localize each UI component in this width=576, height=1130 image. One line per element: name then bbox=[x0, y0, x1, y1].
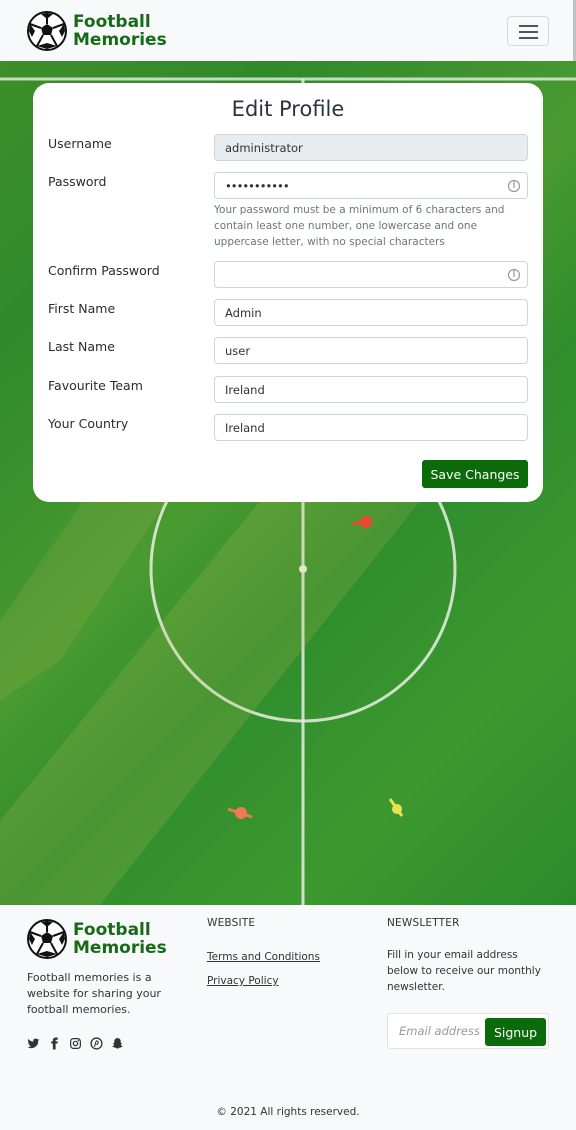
social-links bbox=[27, 1037, 124, 1050]
save-changes-button[interactable]: Save Changes bbox=[422, 460, 528, 488]
first-name-value: Admin bbox=[225, 305, 262, 320]
password-label: Password bbox=[48, 174, 107, 189]
country-value: Ireland bbox=[225, 420, 265, 435]
copyright: © 2021 All rights reserved. bbox=[216, 1106, 360, 1118]
first-name-field[interactable]: Admin bbox=[214, 299, 528, 326]
instagram-icon[interactable] bbox=[69, 1037, 82, 1050]
privacy-link[interactable]: Privacy Policy bbox=[207, 975, 279, 987]
footer-brand-logo[interactable]: Football Memories bbox=[27, 919, 167, 959]
brand-line-2: Memories bbox=[73, 30, 167, 50]
terms-link[interactable]: Terms and Conditions bbox=[207, 951, 320, 963]
password-reveal-icon[interactable] bbox=[507, 179, 521, 193]
last-name-value: user bbox=[225, 343, 251, 358]
website-heading: WEBSITE bbox=[207, 917, 256, 929]
confirm-password-label: Confirm Password bbox=[48, 263, 160, 278]
confirm-password-field[interactable] bbox=[214, 261, 528, 288]
footer-brand-line-1: Football bbox=[73, 920, 151, 940]
player-orange bbox=[227, 807, 253, 819]
footer-description: Football memories is a website for shari… bbox=[27, 971, 161, 1016]
brand-logo-link[interactable]: Football Memories bbox=[27, 11, 167, 51]
hamburger-icon bbox=[519, 25, 538, 27]
newsletter-text: Fill in your email address below to rece… bbox=[387, 949, 541, 993]
player-yellow bbox=[388, 798, 404, 817]
footer: Football Memories Football memories is a… bbox=[0, 905, 576, 1130]
page-title: Edit Profile bbox=[231, 97, 345, 121]
snapchat-icon[interactable] bbox=[111, 1037, 124, 1050]
brand-name: Football Memories bbox=[73, 13, 167, 49]
facebook-icon[interactable] bbox=[48, 1037, 61, 1050]
country-field[interactable]: Ireland bbox=[214, 414, 528, 441]
pinterest-icon[interactable] bbox=[90, 1037, 103, 1050]
brand-line-1: Football bbox=[73, 12, 151, 32]
twitter-icon[interactable] bbox=[27, 1037, 40, 1050]
username-value: administrator bbox=[225, 140, 303, 155]
last-name-label: Last Name bbox=[48, 339, 115, 354]
password-field[interactable]: ••••••••••• bbox=[214, 172, 528, 199]
signup-button[interactable]: Signup bbox=[485, 1018, 546, 1046]
football-logo-icon bbox=[27, 919, 67, 959]
football-logo-icon bbox=[27, 11, 67, 51]
password-help-text: Your password must be a minimum of 6 cha… bbox=[214, 204, 505, 248]
favourite-team-value: Ireland bbox=[225, 382, 265, 397]
edit-profile-card: Edit Profile Username administrator Pass… bbox=[33, 83, 543, 502]
menu-toggle-button[interactable] bbox=[507, 16, 549, 46]
password-value: ••••••••••• bbox=[225, 178, 290, 193]
confirm-password-reveal-icon[interactable] bbox=[507, 268, 521, 282]
email-input[interactable]: Email address bbox=[399, 1024, 479, 1038]
first-name-label: First Name bbox=[48, 301, 116, 316]
footer-brand-line-2: Memories bbox=[73, 938, 167, 958]
country-label: Your Country bbox=[48, 416, 129, 431]
last-name-field[interactable]: user bbox=[214, 337, 528, 364]
newsletter-form: Email address Signup bbox=[387, 1013, 549, 1049]
favourite-team-field[interactable]: Ireland bbox=[214, 376, 528, 403]
newsletter-heading: NEWSLETTER bbox=[387, 917, 460, 929]
navbar: Football Memories bbox=[0, 0, 576, 62]
footer-brand-name: Football Memories bbox=[73, 921, 167, 957]
favourite-team-label: Favourite Team bbox=[48, 378, 143, 393]
username-field[interactable]: administrator bbox=[214, 134, 528, 161]
username-label: Username bbox=[48, 136, 112, 151]
